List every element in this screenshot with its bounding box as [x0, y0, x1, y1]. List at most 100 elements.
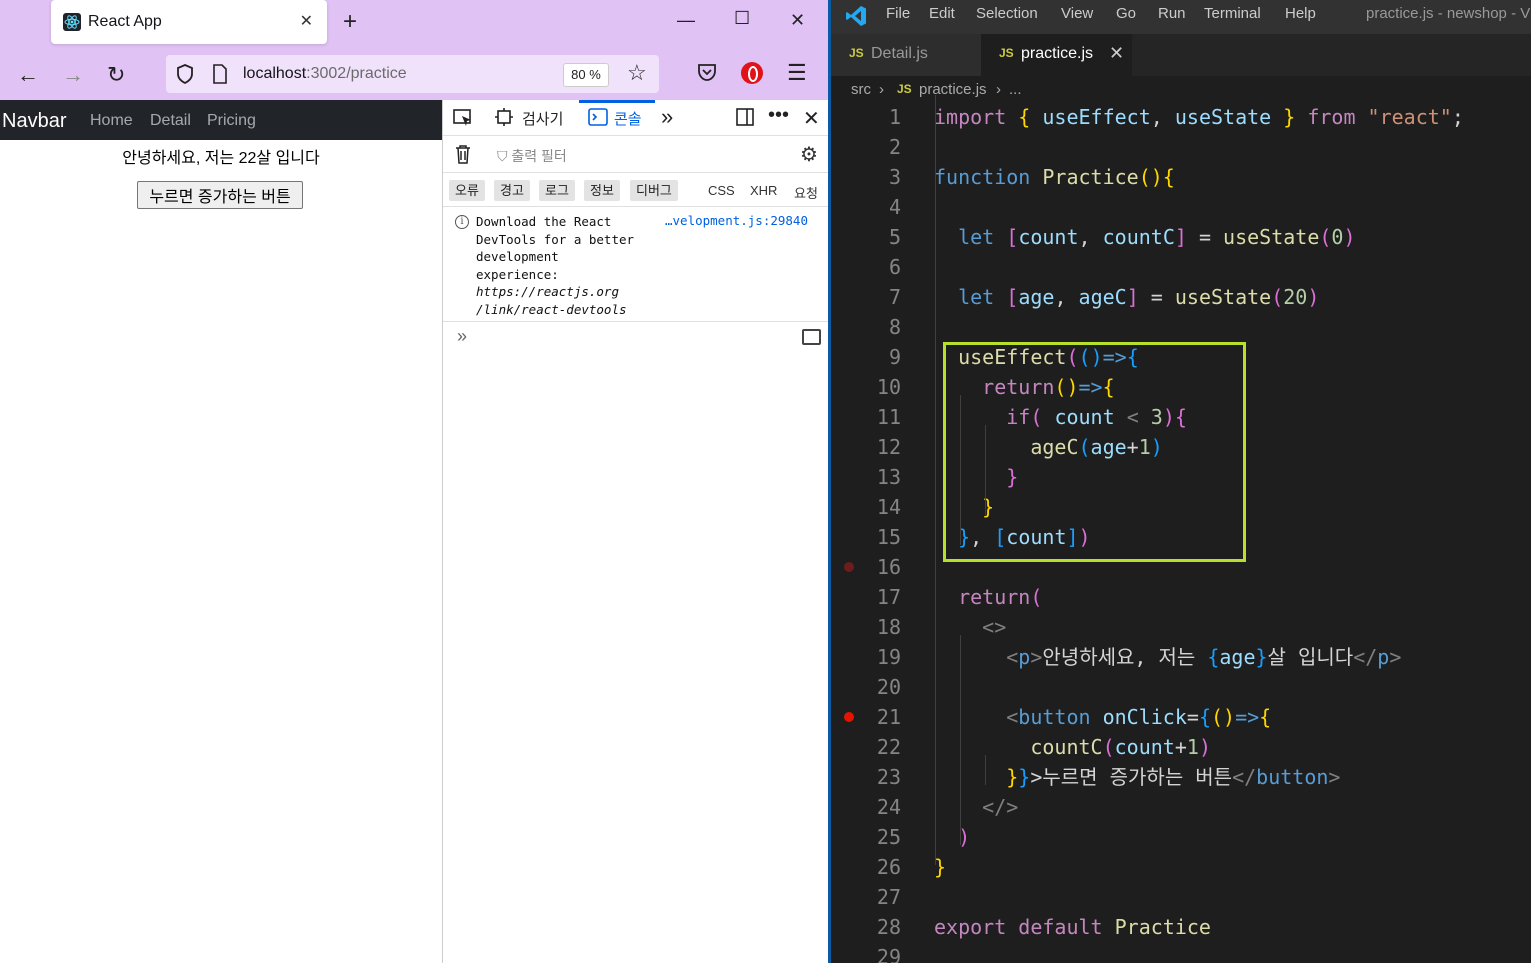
- menu-icon[interactable]: ☰: [787, 60, 807, 86]
- message-source-link[interactable]: …velopment.js:29840: [665, 213, 808, 228]
- zoom-indicator[interactable]: 80 %: [563, 63, 609, 87]
- bookmark-star-icon[interactable]: ☆: [627, 60, 647, 86]
- code-line[interactable]: 19 <p>안녕하세요, 저는 {age}살 입니다</p>: [831, 642, 1531, 672]
- breadcrumb-src[interactable]: src: [851, 81, 871, 98]
- new-tab-icon[interactable]: +: [343, 8, 357, 36]
- code-line[interactable]: 29: [831, 942, 1531, 963]
- code-line[interactable]: 3 function Practice(){: [831, 162, 1531, 192]
- back-icon[interactable]: ←: [17, 62, 39, 88]
- level-info[interactable]: 정보: [584, 180, 620, 201]
- menu-edit[interactable]: Edit: [929, 5, 955, 22]
- tab-react-app[interactable]: React App ✕: [51, 0, 327, 44]
- line-number[interactable]: 6: [851, 252, 901, 282]
- line-number[interactable]: 1: [851, 102, 901, 132]
- page-info-icon[interactable]: [212, 64, 228, 89]
- level-logs[interactable]: 로그: [539, 180, 575, 201]
- breakpoint-icon[interactable]: [844, 712, 854, 722]
- close-devtools-icon[interactable]: ✕: [803, 106, 820, 131]
- line-number[interactable]: 15: [851, 522, 901, 552]
- menu-view[interactable]: View: [1061, 5, 1093, 22]
- menu-help[interactable]: Help: [1285, 5, 1316, 22]
- line-number[interactable]: 22: [851, 732, 901, 762]
- console-input-prompt[interactable]: »: [457, 326, 467, 347]
- code-line[interactable]: 23 }}>누르면 증가하는 버튼</button>: [831, 762, 1531, 792]
- element-picker-icon[interactable]: [453, 108, 473, 132]
- gear-icon[interactable]: ⚙: [800, 142, 818, 167]
- level-warnings[interactable]: 경고: [494, 180, 530, 201]
- breadcrumb-file[interactable]: practice.js: [919, 81, 987, 98]
- line-number[interactable]: 26: [851, 852, 901, 882]
- menu-selection[interactable]: Selection: [976, 5, 1038, 22]
- close-tab-icon[interactable]: ✕: [300, 11, 313, 31]
- line-number[interactable]: 7: [851, 282, 901, 312]
- line-number[interactable]: 10: [851, 372, 901, 402]
- filter-requests[interactable]: 요청: [794, 183, 818, 202]
- code-line[interactable]: 5 let [count, countC] = useState(0): [831, 222, 1531, 252]
- dock-icon[interactable]: [736, 108, 754, 130]
- console-icon[interactable]: [588, 108, 608, 130]
- line-number[interactable]: 28: [851, 912, 901, 942]
- menu-terminal[interactable]: Terminal: [1204, 5, 1261, 22]
- breakpoint-icon[interactable]: [844, 562, 854, 572]
- inspector-icon[interactable]: [495, 108, 513, 130]
- code-line[interactable]: 28 export default Practice: [831, 912, 1531, 942]
- close-tab-icon[interactable]: ✕: [1109, 43, 1124, 64]
- filter-input[interactable]: ⛉ 출력 필터: [497, 146, 567, 166]
- line-number[interactable]: 5: [851, 222, 901, 252]
- line-number[interactable]: 18: [851, 612, 901, 642]
- line-number[interactable]: 2: [851, 132, 901, 162]
- nav-link-home[interactable]: Home: [90, 112, 133, 130]
- line-number[interactable]: 12: [851, 432, 901, 462]
- window-close-icon[interactable]: ✕: [790, 10, 805, 31]
- tab-inspector[interactable]: 검사기: [522, 108, 563, 129]
- line-number[interactable]: 17: [851, 582, 901, 612]
- code-line[interactable]: 26}: [831, 852, 1531, 882]
- filter-css[interactable]: CSS: [708, 183, 735, 198]
- tab-detail-js[interactable]: JS Detail.js: [831, 34, 981, 76]
- code-line[interactable]: 22 countC(count+1): [831, 732, 1531, 762]
- pocket-icon[interactable]: [697, 62, 717, 87]
- line-number[interactable]: 25: [851, 822, 901, 852]
- line-number[interactable]: 8: [851, 312, 901, 342]
- reload-icon[interactable]: ↻: [107, 62, 125, 88]
- line-number[interactable]: 19: [851, 642, 901, 672]
- filter-xhr[interactable]: XHR: [750, 183, 777, 198]
- tab-console[interactable]: 콘솔: [614, 108, 642, 129]
- line-number[interactable]: 23: [851, 762, 901, 792]
- trash-icon[interactable]: [455, 144, 471, 169]
- line-number[interactable]: 4: [851, 192, 901, 222]
- line-number[interactable]: 9: [851, 342, 901, 372]
- address-bar[interactable]: localhost:3002/practice 80 % ☆: [166, 55, 659, 93]
- code-line[interactable]: 8: [831, 312, 1531, 342]
- line-number[interactable]: 24: [851, 792, 901, 822]
- nav-link-detail[interactable]: Detail: [150, 112, 191, 130]
- overflow-menu-icon[interactable]: •••: [768, 104, 789, 127]
- line-number[interactable]: 13: [851, 462, 901, 492]
- maximize-icon[interactable]: ☐: [734, 8, 750, 29]
- line-number[interactable]: 14: [851, 492, 901, 522]
- code-line[interactable]: 24 </>: [831, 792, 1531, 822]
- code-line[interactable]: 6: [831, 252, 1531, 282]
- level-errors[interactable]: 오류: [449, 180, 485, 201]
- menu-file[interactable]: File: [886, 5, 910, 22]
- code-line[interactable]: 18 <>: [831, 612, 1531, 642]
- forward-icon[interactable]: →: [62, 62, 84, 88]
- navbar-brand[interactable]: Navbar: [2, 110, 66, 133]
- code-line[interactable]: 1 import { useEffect, useState } from "re…: [831, 102, 1531, 132]
- menu-go[interactable]: Go: [1116, 5, 1136, 22]
- increment-button[interactable]: 누르면 증가하는 버튼: [137, 181, 303, 209]
- line-number[interactable]: 16: [851, 552, 901, 582]
- shield-icon[interactable]: [176, 64, 194, 89]
- menu-run[interactable]: Run: [1158, 5, 1186, 22]
- minimize-icon[interactable]: —: [677, 10, 695, 31]
- tab-practice-js[interactable]: JS practice.js ✕: [981, 34, 1132, 76]
- line-number[interactable]: 27: [851, 882, 901, 912]
- more-tools-icon[interactable]: »: [661, 104, 673, 130]
- code-line[interactable]: 25 ): [831, 822, 1531, 852]
- line-number[interactable]: 11: [851, 402, 901, 432]
- code-line[interactable]: 7 let [age, ageC] = useState(20): [831, 282, 1531, 312]
- split-console-icon[interactable]: [802, 329, 821, 345]
- line-number[interactable]: 20: [851, 672, 901, 702]
- code-line[interactable]: 2: [831, 132, 1531, 162]
- code-line[interactable]: 21 <button onClick={()=>{: [831, 702, 1531, 732]
